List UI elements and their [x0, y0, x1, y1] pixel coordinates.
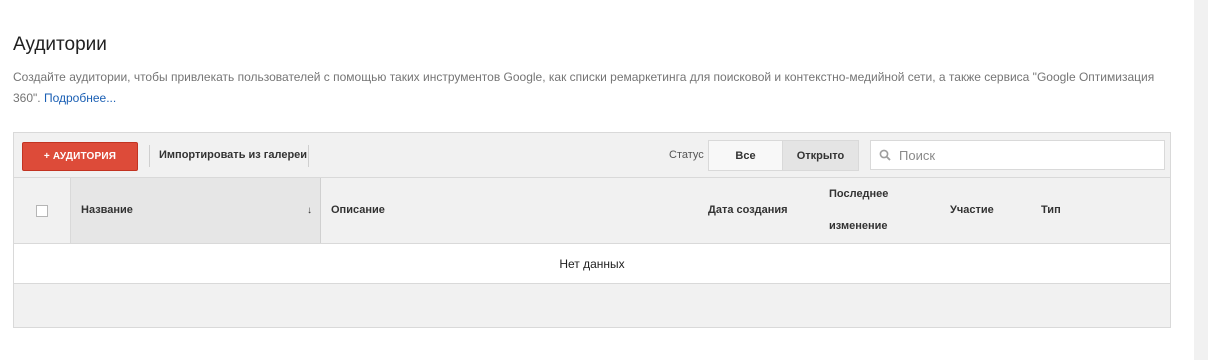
page-title: Аудитории: [13, 34, 107, 55]
column-header-name-label: Название: [81, 204, 133, 216]
empty-state-row: Нет данных: [14, 244, 1170, 284]
toolbar-divider: [149, 145, 150, 167]
learn-more-link[interactable]: Подробнее...: [44, 91, 116, 105]
search-icon: [879, 149, 891, 161]
table-header-row: Название ↓ Описание Дата создания Послед…: [14, 178, 1170, 244]
page-description-text: Создайте аудитории, чтобы привлекать пол…: [13, 70, 1155, 105]
column-header-description[interactable]: Описание: [331, 204, 385, 216]
scrollbar[interactable]: [1194, 0, 1208, 360]
audiences-table-panel: + АУДИТОРИЯ Импортировать из галереи Ста…: [13, 132, 1171, 328]
status-label: Статус: [669, 149, 704, 161]
search-input[interactable]: [897, 146, 1151, 164]
page-description: Создайте аудитории, чтобы привлекать пол…: [13, 67, 1163, 109]
toolbar-divider: [308, 145, 309, 167]
column-header-modified-line2: изменение: [829, 220, 888, 232]
column-header-name[interactable]: Название ↓: [70, 178, 321, 243]
table-toolbar: + АУДИТОРИЯ Импортировать из галереи Ста…: [14, 133, 1170, 178]
select-all-checkbox[interactable]: [36, 205, 48, 217]
column-header-type[interactable]: Тип: [1041, 204, 1061, 216]
status-filter-open[interactable]: Открыто: [783, 140, 859, 171]
sort-down-icon: ↓: [307, 205, 312, 216]
column-header-created[interactable]: Дата создания: [708, 204, 788, 216]
status-filter-all[interactable]: Все: [708, 140, 783, 171]
import-from-gallery-button[interactable]: Импортировать из галереи: [159, 149, 307, 161]
empty-state-text: Нет данных: [559, 256, 625, 271]
search-field[interactable]: [870, 140, 1165, 170]
add-audience-button[interactable]: + АУДИТОРИЯ: [22, 142, 138, 171]
column-header-participation[interactable]: Участие: [950, 204, 994, 216]
column-header-modified-line1: Последнее: [829, 188, 889, 200]
